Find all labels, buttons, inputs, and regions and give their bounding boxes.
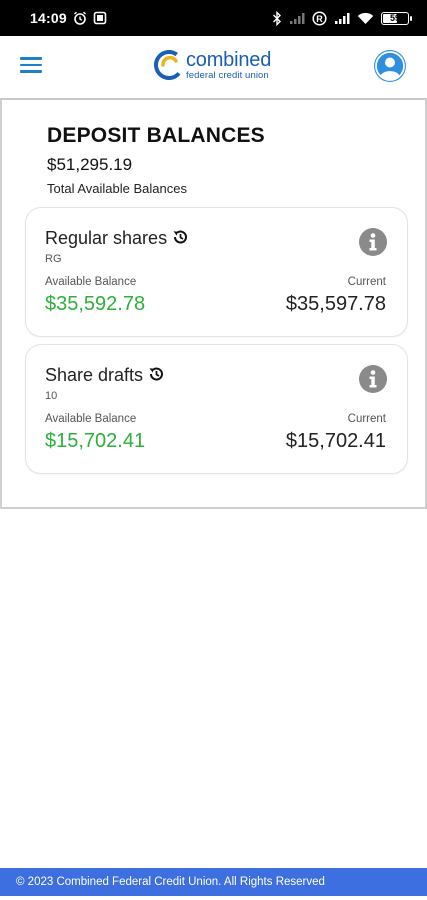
status-bar: 14:09 R 59	[0, 0, 427, 36]
current-balance-label: Current	[347, 276, 386, 288]
profile-silhouette-icon	[375, 51, 405, 81]
account-code: RG	[45, 253, 62, 265]
total-available-label: Total Available Balances	[47, 181, 187, 196]
copyright-footer: © 2023 Combined Federal Credit Union. Al…	[0, 868, 427, 896]
status-right-icons: R 59	[272, 10, 412, 26]
available-balance-label: Available Balance	[45, 276, 137, 288]
signal-off-icon	[290, 12, 305, 24]
account-card-regular-shares[interactable]: Regular shares RG Available Balance $35,…	[25, 207, 408, 337]
logo-text: combined federal credit union	[186, 50, 271, 81]
deposit-balances-panel: DEPOSIT BALANCES $51,295.19 Total Availa…	[0, 100, 427, 509]
available-balance-amount: $35,592.78	[45, 293, 146, 315]
hamburger-menu-icon[interactable]	[20, 57, 42, 75]
battery-icon: 59	[381, 11, 412, 25]
app-header: combined federal credit union	[0, 36, 427, 98]
logo-subtitle: federal credit union	[186, 70, 269, 81]
current-balance-label: Current	[347, 413, 386, 425]
bottom-edge	[0, 896, 427, 900]
bluetooth-icon	[273, 10, 281, 26]
available-balance-label: Available Balance	[45, 413, 137, 425]
account-code: 10	[45, 390, 58, 402]
brand-logo[interactable]: combined federal credit union	[154, 50, 271, 81]
account-name: Regular shares	[45, 228, 168, 248]
r-badge-icon: R	[312, 10, 327, 26]
history-icon[interactable]	[147, 365, 165, 383]
user-avatar-icon[interactable]	[374, 50, 406, 82]
info-icon[interactable]	[358, 364, 388, 394]
info-icon[interactable]	[358, 227, 388, 257]
battery-percent: 59	[389, 13, 400, 23]
status-time: 14:09	[30, 10, 67, 26]
signal-icon	[335, 12, 350, 24]
current-balance-amount: $35,597.78	[285, 293, 386, 315]
wifi-icon	[357, 12, 374, 24]
screenshot-icon	[93, 11, 107, 25]
section-title: DEPOSIT BALANCES	[47, 124, 265, 147]
logo-mark-icon	[154, 50, 184, 81]
logo-wordmark: combined	[186, 49, 272, 71]
status-left-icons	[73, 11, 107, 25]
copyright-text: © 2023 Combined Federal Credit Union. Al…	[16, 876, 325, 888]
total-available-amount: $51,295.19	[47, 155, 133, 174]
svg-text:R: R	[316, 14, 323, 24]
history-icon[interactable]	[171, 228, 189, 246]
account-card-share-drafts[interactable]: Share drafts 10 Available Balance $15,70…	[25, 344, 408, 474]
alarm-icon	[73, 11, 86, 25]
current-balance-amount: $15,702.41	[285, 430, 386, 452]
account-name: Share drafts	[45, 365, 144, 385]
available-balance-amount: $15,702.41	[45, 430, 146, 452]
